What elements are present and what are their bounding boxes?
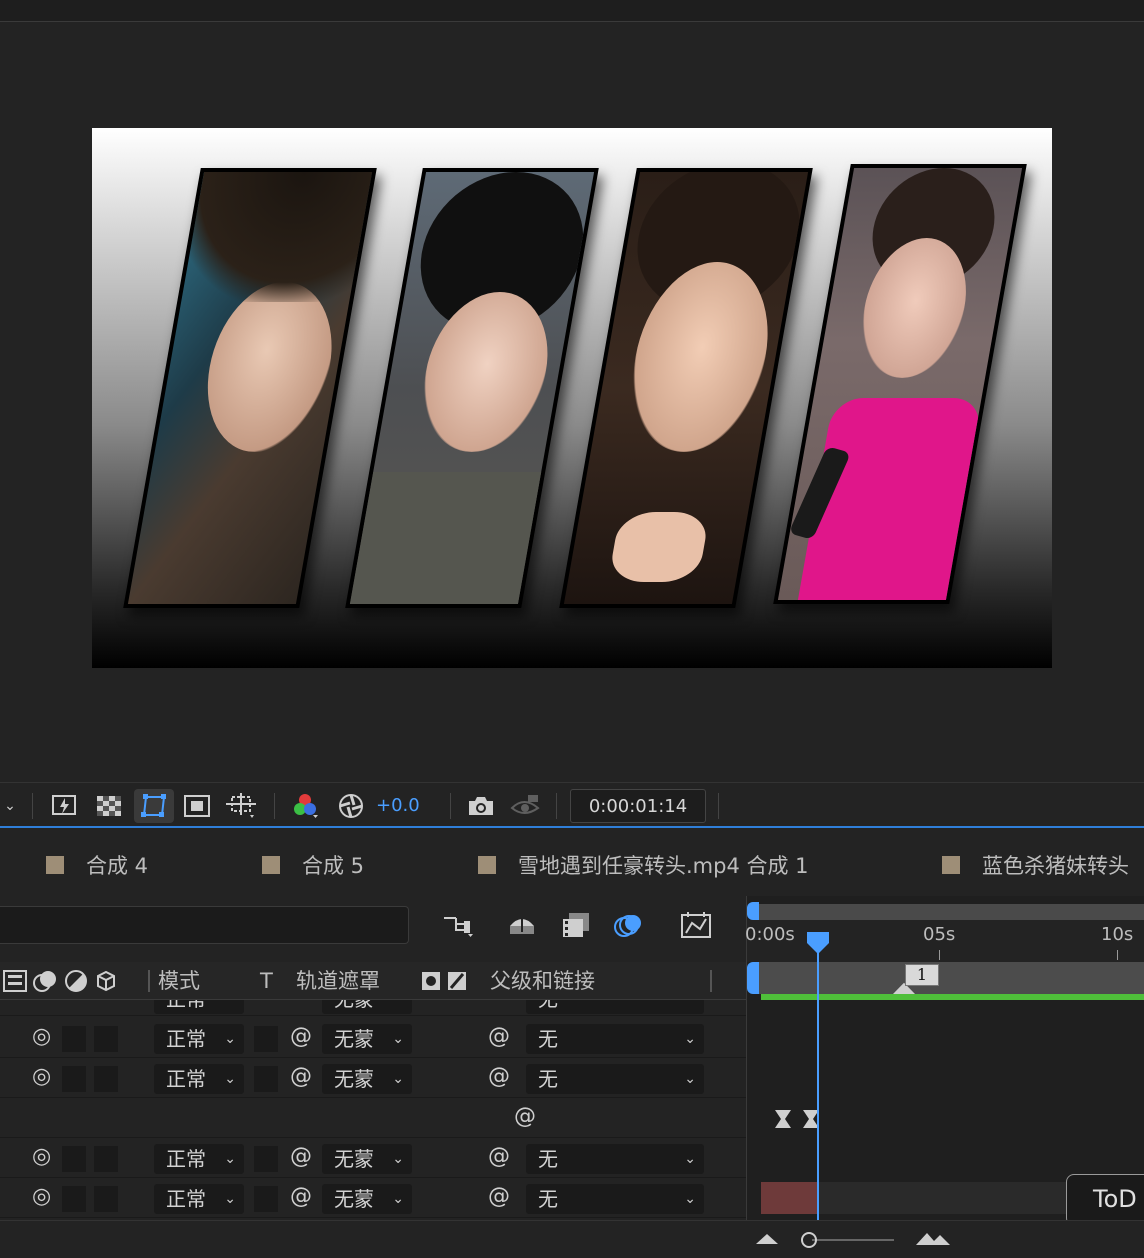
layer-row-partial[interactable]: 正常 无蒙 无 <box>0 1000 746 1016</box>
photo-panel-2 <box>345 168 599 608</box>
layer-row[interactable]: ◎ 正常 ⌄ @ 无蒙 ⌄ @ 无 ⌄ <box>0 1058 746 1098</box>
layer-column-header: 模式 T 轨道遮罩 父级和链接 <box>0 962 746 1000</box>
parent-pickwhip-icon[interactable]: @ <box>488 1144 510 1169</box>
tab-snow-comp-1[interactable]: 雪地遇到任豪转头.mp4 合成 1 <box>478 850 809 880</box>
color-channels-icon[interactable] <box>288 793 322 819</box>
matte-dropdown[interactable]: 无蒙 ⌄ <box>322 1144 412 1174</box>
matte-dropdown[interactable]: 无蒙 ⌄ <box>322 1024 412 1054</box>
switches-icons <box>2 962 142 1000</box>
tab-blue-comp[interactable]: 蓝色杀猪妹转头 <box>942 850 1129 880</box>
timeline-panel: 模式 T 轨道遮罩 父级和链接 正常 无蒙 无 ◎ 正常⌄ @ 无蒙⌄ @ 无⌄… <box>0 896 1144 1258</box>
parent-dropdown[interactable]: 无 ⌄ <box>526 1144 704 1174</box>
exposure-value[interactable]: +0.0 <box>376 793 420 819</box>
zoom-out-mountain-icon[interactable] <box>756 1231 778 1250</box>
exposure-reset-icon[interactable] <box>334 793 368 819</box>
zoom-slider[interactable] <box>800 1231 896 1249</box>
tab-color-swatch <box>942 856 960 874</box>
layer-row[interactable]: ◎ 正常 ⌄ @ 无蒙 ⌄ @ 无 ⌄ <box>0 1178 746 1218</box>
snapshot-camera-icon[interactable] <box>464 793 498 819</box>
navigator-start-handle[interactable] <box>747 902 759 920</box>
time-ruler[interactable]: 0:00s 05s 10s <box>745 920 1144 962</box>
composition-tabs: 合成 4 合成 5 雪地遇到任豪转头.mp4 合成 1 蓝色杀猪妹转头 <box>0 830 1144 896</box>
parent-pickwhip-icon[interactable]: @ <box>488 1064 510 1089</box>
tab-comp-5[interactable]: 合成 5 <box>262 850 364 880</box>
collapse-transform-icon[interactable]: ◎ <box>32 1184 51 1209</box>
matte-dropdown[interactable]: 无蒙 <box>322 1000 412 1014</box>
region-of-interest-icon[interactable] <box>180 793 214 819</box>
parent-dropdown[interactable]: 无 ⌄ <box>526 1184 704 1214</box>
col-mode: 模式 <box>158 969 200 993</box>
tab-color-swatch <box>46 856 64 874</box>
mode-dropdown[interactable]: 正常 ⌄ <box>154 1024 244 1054</box>
work-area-bar[interactable] <box>753 962 1144 994</box>
parent-dropdown[interactable]: 无 ⌄ <box>526 1024 704 1054</box>
tab-label: 合成 5 <box>302 854 365 878</box>
ruler-label-0: 0:00s <box>745 924 795 945</box>
photo-panel-3 <box>559 168 813 608</box>
mode-dropdown[interactable]: 正常 ⌄ <box>154 1184 244 1214</box>
tab-comp-4[interactable]: 合成 4 <box>46 850 148 880</box>
collapse-transform-icon[interactable]: ◎ <box>32 1144 51 1169</box>
shy-layers-icon[interactable] <box>504 908 540 942</box>
collapse-transform-icon[interactable]: ◎ <box>32 1064 51 1089</box>
motion-blur-icon[interactable] <box>610 908 646 942</box>
col-track-matte: 轨道遮罩 <box>296 969 380 993</box>
time-navigator[interactable] <box>753 904 1144 920</box>
photo-panel-1 <box>123 168 377 608</box>
photo-panel-4 <box>773 164 1027 604</box>
ruler-label-05: 05s <box>923 924 956 945</box>
tab-color-swatch <box>262 856 280 874</box>
track-matte-pickwhip-icon[interactable]: @ <box>290 1064 312 1089</box>
fast-preview-icon[interactable] <box>48 793 82 819</box>
show-snapshot-icon[interactable] <box>508 793 542 819</box>
time-remap-icons <box>775 1108 835 1130</box>
parent-pickwhip-icon[interactable]: @ <box>514 1104 536 1129</box>
viewer-toolbar: ⌄ +0.0 0:00:01:14 <box>0 782 1144 828</box>
top-bar <box>0 0 1144 22</box>
parent-pickwhip-icon[interactable]: @ <box>488 1024 510 1049</box>
chevron-down-icon[interactable]: ⌄ <box>0 793 20 819</box>
matte-switch-icons <box>420 962 468 1000</box>
layer-row[interactable]: ◎ 正常 ⌄ @ 无蒙 ⌄ @ 无 ⌄ <box>0 1018 746 1058</box>
mode-dropdown[interactable]: 正常 <box>154 1000 244 1014</box>
layer-bar-red[interactable] <box>761 1182 817 1214</box>
tab-label: 蓝色杀猪妹转头 <box>982 854 1129 878</box>
layer-row-null[interactable]: @ <box>0 1098 746 1138</box>
tooltip: ToD <box>1066 1174 1144 1226</box>
playhead-line[interactable] <box>817 934 819 1258</box>
track-matte-pickwhip-icon[interactable]: @ <box>290 1024 312 1049</box>
tab-label: 合成 4 <box>86 854 149 878</box>
parent-dropdown[interactable]: 无 <box>526 1000 704 1014</box>
comp-marker-label[interactable]: 1 <box>905 964 939 986</box>
collapse-transform-icon[interactable]: ◎ <box>32 1024 51 1049</box>
composition-flowchart-icon[interactable] <box>440 908 476 942</box>
matte-dropdown[interactable]: 无蒙 ⌄ <box>322 1184 412 1214</box>
track-matte-pickwhip-icon[interactable]: @ <box>290 1184 312 1209</box>
parent-pickwhip-icon[interactable]: @ <box>488 1184 510 1209</box>
tab-label: 雪地遇到任豪转头.mp4 合成 1 <box>518 854 809 878</box>
col-parent: 父级和链接 <box>490 969 595 993</box>
frame-blending-icon[interactable] <box>558 908 594 942</box>
tab-color-swatch <box>478 856 496 874</box>
col-t: T <box>260 969 273 993</box>
matte-dropdown[interactable]: 无蒙 ⌄ <box>322 1064 412 1094</box>
track-matte-pickwhip-icon[interactable]: @ <box>290 1144 312 1169</box>
mode-dropdown[interactable]: 正常 ⌄ <box>154 1064 244 1094</box>
timeline-zoom-bar <box>0 1220 1144 1258</box>
composition-frame[interactable] <box>92 128 1052 668</box>
work-area-start-handle[interactable] <box>747 962 759 994</box>
parent-dropdown[interactable]: 无 ⌄ <box>526 1064 704 1094</box>
current-timecode[interactable]: 0:00:01:14 <box>570 789 706 823</box>
mask-path-icon[interactable] <box>134 789 174 823</box>
guides-icon[interactable] <box>222 793 262 819</box>
layer-row[interactable]: ◎ 正常 ⌄ @ 无蒙 ⌄ @ 无 ⌄ <box>0 1138 746 1178</box>
graph-editor-icon[interactable] <box>678 908 714 942</box>
ruler-label-10: 10s <box>1101 924 1134 945</box>
mode-dropdown[interactable]: 正常 ⌄ <box>154 1144 244 1174</box>
zoom-in-mountain-icon[interactable] <box>916 1229 950 1251</box>
layer-search-input[interactable] <box>0 906 409 944</box>
transparency-grid-icon[interactable] <box>92 793 126 819</box>
